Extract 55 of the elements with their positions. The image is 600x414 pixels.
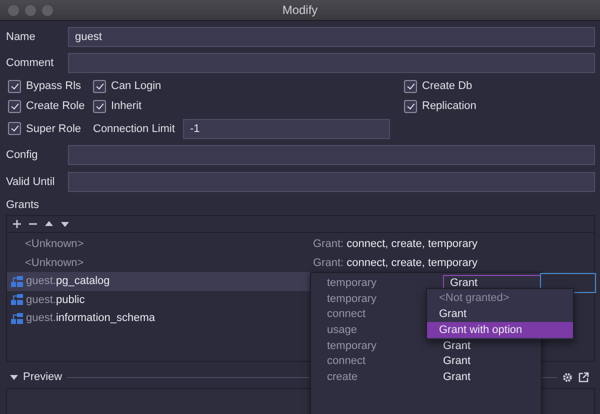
checkbox[interactable] bbox=[8, 100, 21, 112]
schema-icon bbox=[11, 312, 23, 324]
schema-icon bbox=[11, 276, 23, 287]
field-label: Valid Until bbox=[6, 176, 56, 188]
schema-icon bbox=[11, 294, 23, 306]
window-title: Modify bbox=[282, 3, 318, 17]
privilege-name: temporary bbox=[327, 340, 378, 352]
section-label: Preview bbox=[23, 371, 62, 383]
field-label: Config bbox=[6, 148, 39, 160]
menu-item[interactable]: Grant bbox=[427, 306, 573, 322]
add-icon[interactable] bbox=[11, 218, 23, 230]
object-name: guest.public bbox=[26, 294, 85, 306]
grant-row[interactable]: guest.public bbox=[7, 290, 313, 309]
privilege-name: connect bbox=[327, 355, 367, 368]
checkbox[interactable] bbox=[8, 122, 21, 135]
grant-summary: Grant: connect, create, temporary bbox=[313, 256, 478, 269]
checkbox[interactable] bbox=[93, 100, 106, 112]
text-field[interactable]: -1 bbox=[182, 118, 390, 138]
text-field[interactable]: guest bbox=[68, 27, 595, 47]
grant-value: Grant bbox=[443, 370, 472, 383]
privilege-name: create bbox=[327, 370, 359, 383]
grant-row[interactable]: guest.pg_catalog bbox=[7, 272, 313, 290]
checkbox-label: Can Login bbox=[111, 80, 162, 92]
menu-item[interactable]: Grant with option bbox=[427, 322, 573, 338]
grant-summary: Grant: connect, create, temporary bbox=[313, 238, 478, 250]
text-field[interactable] bbox=[68, 144, 595, 164]
grant-row[interactable]: <Unknown> bbox=[7, 254, 313, 272]
settings-icon[interactable] bbox=[562, 372, 573, 382]
grant-row[interactable]: guest.information_schema bbox=[7, 309, 313, 328]
checkbox-label: Replication bbox=[422, 100, 476, 112]
checkbox[interactable] bbox=[93, 80, 106, 92]
field-label: Name bbox=[6, 31, 36, 43]
checkbox-label: Inherit bbox=[111, 100, 142, 112]
text-field[interactable] bbox=[68, 172, 595, 192]
object-name: guest.pg_catalog bbox=[26, 275, 110, 288]
privilege-name: temporary bbox=[327, 277, 378, 289]
grant-value: Grant bbox=[443, 340, 472, 352]
checkbox-label: Super Role bbox=[26, 122, 82, 134]
checkbox-label: Bypass Rls bbox=[26, 80, 82, 92]
text-field[interactable] bbox=[68, 53, 595, 73]
object-name: guest.information_schema bbox=[26, 312, 156, 324]
external-link-icon[interactable] bbox=[578, 372, 589, 382]
field-label: Connection Limit bbox=[93, 122, 175, 134]
grant-row[interactable]: <Unknown> bbox=[7, 235, 313, 254]
grant-value: Grant bbox=[443, 355, 472, 368]
checkbox-label: Create Db bbox=[422, 80, 472, 92]
checkbox[interactable] bbox=[404, 100, 417, 112]
expand-caret-icon[interactable] bbox=[10, 373, 18, 381]
object-name: <Unknown> bbox=[25, 256, 84, 269]
checkbox-label: Create Role bbox=[26, 100, 85, 112]
field-label: Comment bbox=[6, 57, 55, 69]
checkbox[interactable] bbox=[404, 80, 417, 92]
object-name: <Unknown> bbox=[25, 238, 84, 250]
checkbox[interactable] bbox=[8, 80, 21, 92]
section-label: Grants bbox=[6, 198, 40, 213]
